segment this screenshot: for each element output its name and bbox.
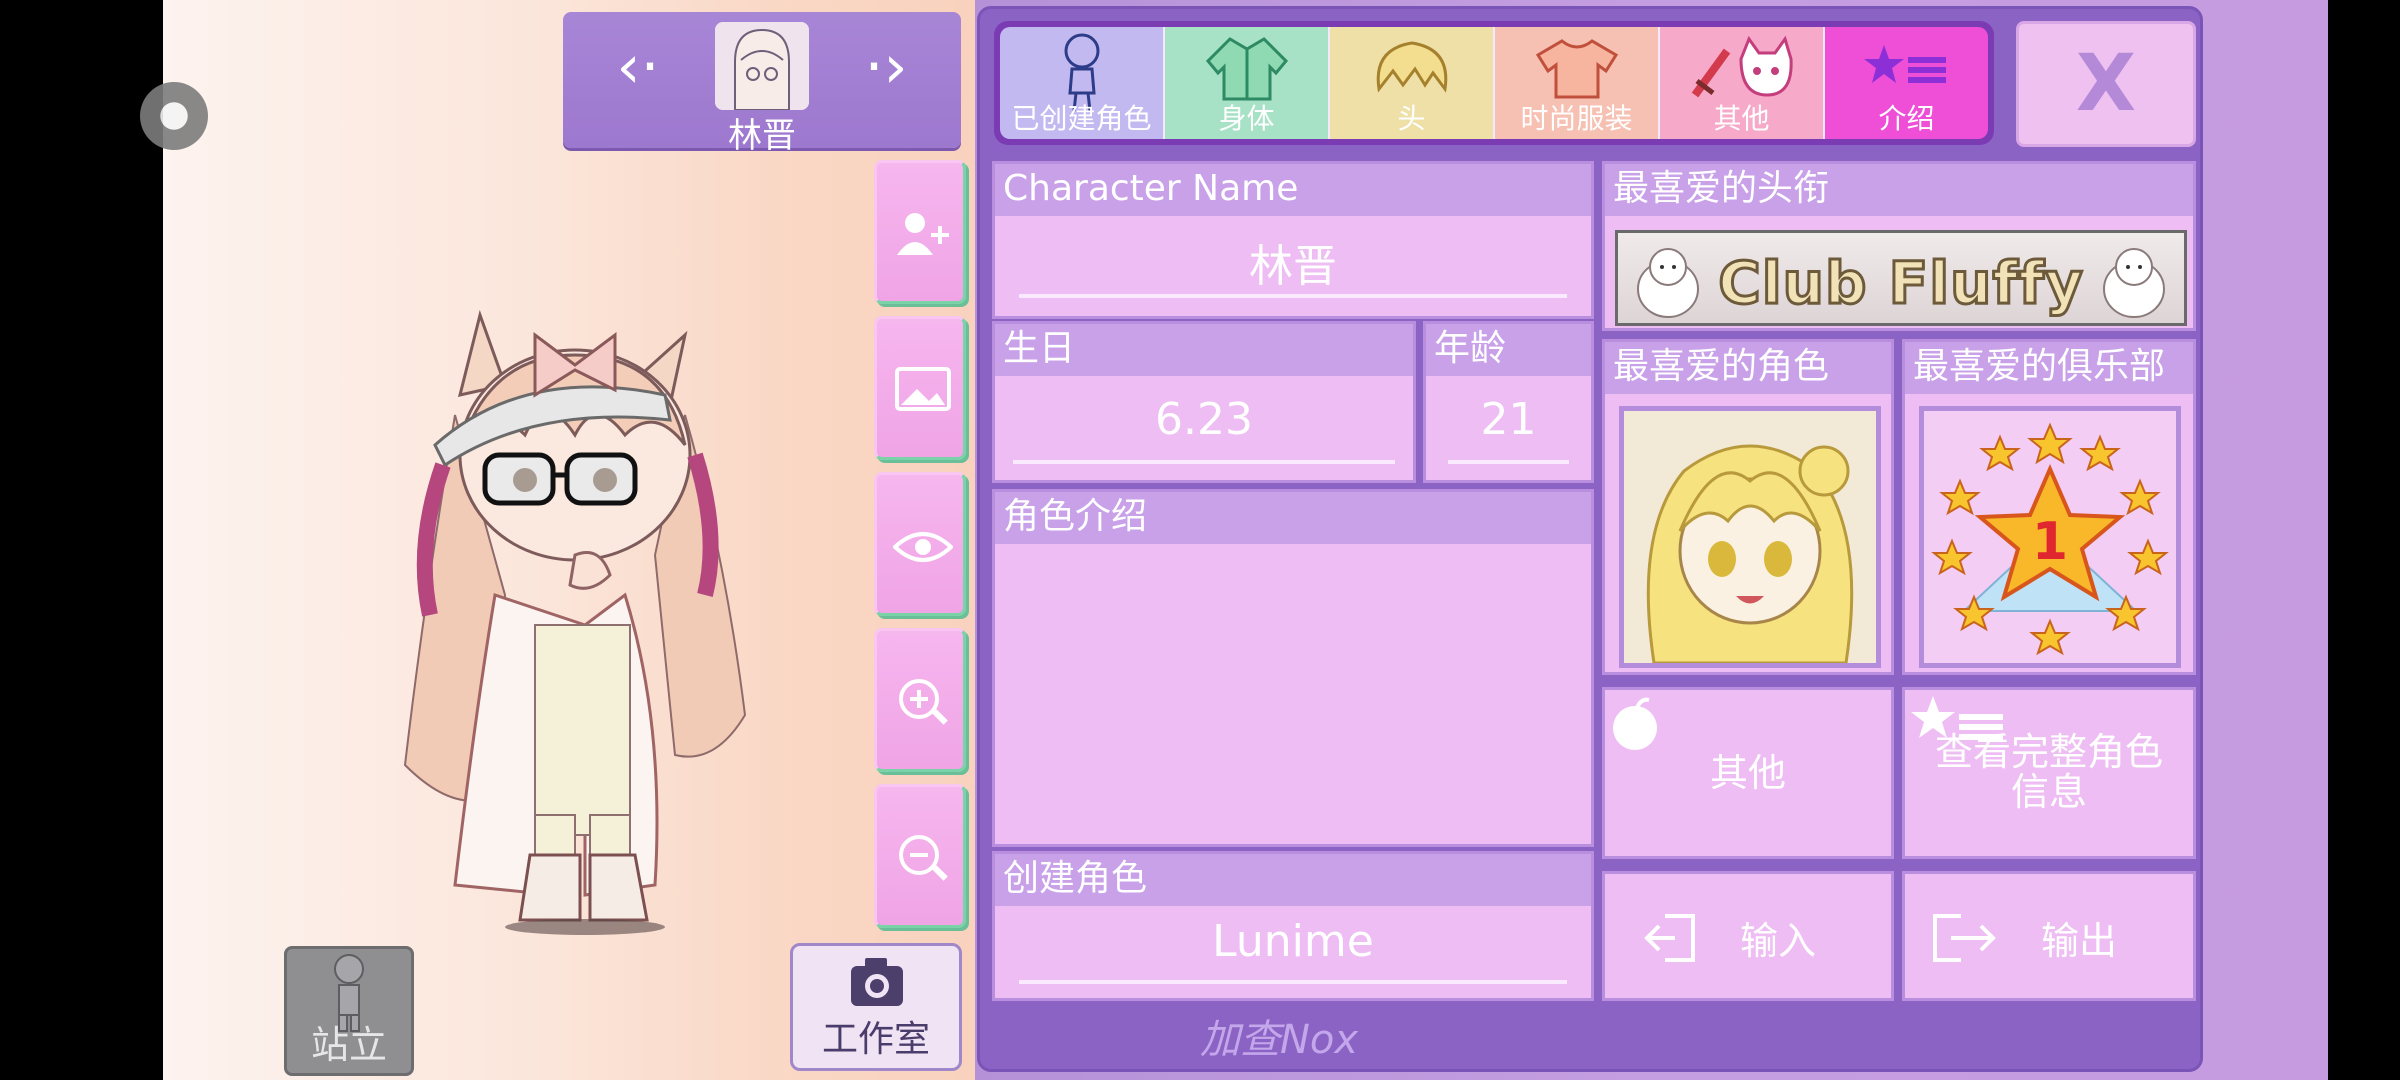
character-preview <box>385 295 765 935</box>
favorite-title-text: Club Fluffy <box>1717 248 2085 319</box>
field-underline <box>1448 460 1569 464</box>
birthday-section: 生日 6.23 <box>992 321 1416 483</box>
favorite-title-header: 最喜爱的头衔 <box>1605 164 2193 216</box>
tab-other[interactable]: 其他 <box>1660 27 1825 139</box>
zoom-out-button[interactable] <box>874 784 966 928</box>
favorite-title-section: 最喜爱的头衔 Club Fluffy <box>1602 161 2196 331</box>
field-underline <box>1019 980 1567 984</box>
prev-character-button[interactable]: ‹· <box>603 32 673 102</box>
import-label: 输入 <box>1739 919 1816 963</box>
tab-head[interactable]: 头 <box>1330 27 1495 139</box>
birthday-field[interactable]: 6.23 <box>995 394 1413 445</box>
zoom-in-button[interactable] <box>874 628 966 772</box>
profile-frame: 已创建角色 身体 头 时尚服装 其他 介绍 X Character Name 林… <box>977 6 2203 1072</box>
favorite-club-section: 最喜爱的俱乐部 1 <box>1902 339 2196 675</box>
character-selector: ‹· ·› 林晋 <box>563 12 961 156</box>
field-underline <box>1013 460 1395 464</box>
creator-field[interactable]: Lunime <box>995 916 1591 967</box>
other-button[interactable]: 其他 <box>1602 687 1894 859</box>
category-tabs: 已创建角色 身体 头 时尚服装 其他 介绍 <box>994 21 1994 145</box>
favorite-club-badge[interactable]: 1 <box>1919 406 2181 668</box>
creator-header: 创建角色 <box>995 854 1591 906</box>
tab-label: 身体 <box>1218 102 1275 135</box>
profile-panel: 已创建角色 身体 头 时尚服装 其他 介绍 X Character Name 林… <box>975 0 2328 1080</box>
character-name-header: Character Name <box>995 164 1591 216</box>
field-underline <box>1019 294 1567 298</box>
tab-body[interactable]: 身体 <box>1165 27 1330 139</box>
favorite-character-portrait[interactable] <box>1619 406 1881 668</box>
view-full-info-button[interactable]: 查看完整角色 信息 <box>1902 687 2196 859</box>
studio-label: 工作室 <box>821 1019 930 1060</box>
character-name-section: Character Name 林晋 <box>992 161 1594 319</box>
favorite-character-section: 最喜爱的角色 <box>1602 339 1894 675</box>
club-badge-number: 1 <box>2032 512 2068 572</box>
favorite-character-header: 最喜爱的角色 <box>1605 342 1891 394</box>
next-character-button[interactable]: ·› <box>851 32 921 102</box>
tab-label: 介绍 <box>1878 102 1935 135</box>
tab-label: 头 <box>1397 102 1426 135</box>
app-screen: ‹· ·› 林晋 站立 工作室 已创建角色 身体 头 时尚服装 其他 介绍 X … <box>0 0 2400 1080</box>
floating-assist-button[interactable] <box>140 82 208 150</box>
watermark: 加查Nox <box>1200 1017 1359 1063</box>
view-full-info-label-line2: 信息 <box>2010 770 2087 814</box>
age-header: 年龄 <box>1426 324 1591 376</box>
close-icon: X <box>2075 39 2137 129</box>
tab-intro[interactable]: 介绍 <box>1825 27 1988 139</box>
background-button[interactable] <box>874 316 966 460</box>
character-name-label: 林晋 <box>728 116 796 156</box>
tab-label: 已创建角色 <box>1011 102 1152 135</box>
other-label: 其他 <box>1709 751 1786 795</box>
creator-section: 创建角色 Lunime <box>992 851 1594 1001</box>
character-intro-section: 角色介绍 <box>992 489 1594 847</box>
age-field[interactable]: 21 <box>1426 394 1591 445</box>
close-button[interactable]: X <box>2016 21 2196 147</box>
studio-button[interactable]: 工作室 <box>790 943 962 1071</box>
export-button[interactable]: 输出 <box>1902 871 2196 1001</box>
view-full-info-label-line1: 查看完整角色 <box>1934 730 2163 774</box>
character-name-field[interactable]: 林晋 <box>995 230 1591 294</box>
age-section: 年龄 21 <box>1423 321 1594 483</box>
character-intro-field[interactable] <box>995 562 1591 832</box>
tab-fashion[interactable]: 时尚服装 <box>1495 27 1660 139</box>
stand-pose-button[interactable]: 站立 <box>284 946 414 1076</box>
visibility-button[interactable] <box>874 472 966 616</box>
character-thumbnail <box>715 22 809 110</box>
birthday-header: 生日 <box>995 324 1413 376</box>
character-intro-header: 角色介绍 <box>995 492 1591 544</box>
export-label: 输出 <box>2040 919 2117 963</box>
stand-label: 站立 <box>310 1023 387 1067</box>
add-character-button[interactable] <box>874 160 966 304</box>
favorite-club-header: 最喜爱的俱乐部 <box>1905 342 2193 394</box>
tab-label: 其他 <box>1713 102 1770 135</box>
favorite-title-banner[interactable]: Club Fluffy <box>1615 230 2187 326</box>
import-button[interactable]: 输入 <box>1602 871 1894 1001</box>
tab-label: 时尚服装 <box>1520 102 1633 135</box>
tab-created-characters[interactable]: 已创建角色 <box>1000 27 1165 139</box>
